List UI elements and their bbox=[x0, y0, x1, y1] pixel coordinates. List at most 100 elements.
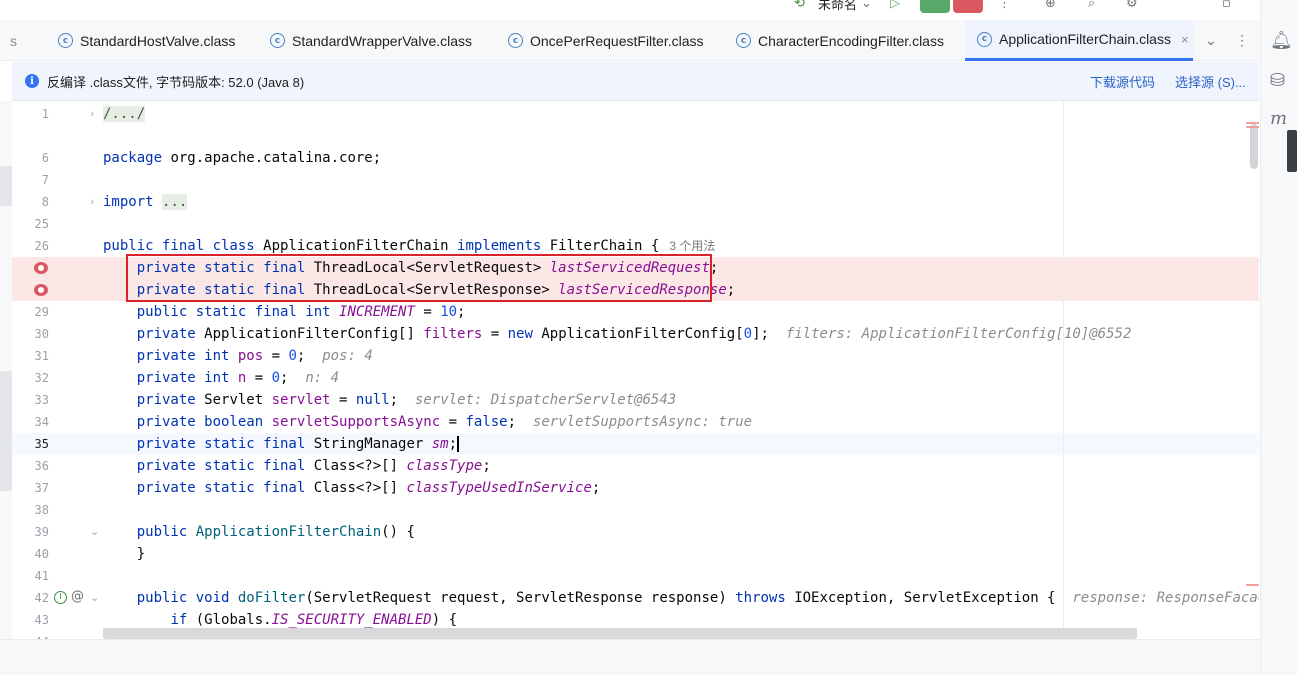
code-line[interactable]: 36 private static final Class<?>[] class… bbox=[12, 455, 1259, 477]
fold-toggle-icon[interactable]: ⌄ bbox=[90, 587, 99, 609]
more-actions-icon[interactable]: ⋮ bbox=[998, 0, 1011, 14]
code-text[interactable]: private Servlet servlet = null; servlet:… bbox=[103, 389, 677, 411]
horizontal-scrollbar[interactable] bbox=[103, 628, 1137, 639]
code-text[interactable]: private static final ThreadLocal<Servlet… bbox=[103, 257, 719, 279]
maven-icon[interactable]: m bbox=[1270, 108, 1287, 129]
code-line[interactable]: private static final ThreadLocal<Servlet… bbox=[12, 257, 1259, 279]
code-line[interactable]: 32 private int n = 0; n: 4 bbox=[12, 367, 1259, 389]
line-number[interactable]: 36 bbox=[12, 455, 49, 477]
line-number[interactable]: 39 bbox=[12, 521, 49, 543]
add-user-icon[interactable]: ⊕ bbox=[1045, 0, 1056, 14]
run-icon[interactable]: ▷ bbox=[890, 0, 900, 14]
settings-gear-icon[interactable]: ⚙ bbox=[1126, 0, 1138, 14]
error-stripe-mark[interactable] bbox=[1246, 126, 1259, 128]
line-number[interactable]: 42 bbox=[12, 587, 49, 609]
error-stripe-mark[interactable] bbox=[1246, 122, 1259, 124]
code-text[interactable]: } bbox=[103, 543, 145, 565]
code-editor[interactable]: 1 › /.../ 6 package org.apache.catalina.core… bbox=[12, 101, 1259, 639]
choose-source-link[interactable]: 选择源 (S)... bbox=[1175, 72, 1246, 91]
project-selector[interactable]: 未命名 ⌄ bbox=[818, 0, 872, 14]
tab-standardhostvalve[interactable]: c StandardHostValve.class bbox=[46, 20, 248, 61]
tabs-more-icon[interactable]: ⋮ bbox=[1235, 20, 1249, 61]
fold-toggle-icon[interactable]: › bbox=[90, 103, 94, 125]
breakpoint-icon[interactable] bbox=[34, 262, 48, 274]
code-line[interactable]: 25 bbox=[12, 213, 1259, 235]
code-line[interactable]: 40 } bbox=[12, 543, 1259, 565]
line-number[interactable]: 40 bbox=[12, 543, 49, 565]
code-text[interactable]: /.../ bbox=[103, 103, 146, 125]
line-number[interactable]: 31 bbox=[12, 345, 49, 367]
line-number[interactable]: 44 bbox=[12, 631, 49, 639]
tab-characterencodingfilter[interactable]: c CharacterEncodingFilter.class bbox=[724, 20, 956, 61]
error-stripe-mark[interactable] bbox=[1246, 584, 1259, 586]
line-number[interactable]: 6 bbox=[12, 147, 49, 169]
code-line[interactable]: 8 › import ... bbox=[12, 191, 1259, 213]
code-line[interactable]: 29 public static final int INCREMENT = 1… bbox=[12, 301, 1259, 323]
code-text[interactable]: import ... bbox=[103, 191, 188, 213]
line-number[interactable]: 29 bbox=[12, 301, 49, 323]
line-number[interactable]: 33 bbox=[12, 389, 49, 411]
minimize-icon[interactable]: ▫ bbox=[1222, 0, 1231, 14]
code-line[interactable]: 34 private boolean servletSupportsAsync … bbox=[12, 411, 1259, 433]
fold-toggle-icon[interactable]: › bbox=[90, 191, 94, 213]
stop-button[interactable] bbox=[953, 0, 983, 13]
tab-standardwrappervalve[interactable]: c StandardWrapperValve.class bbox=[258, 20, 486, 61]
code-text[interactable]: private ApplicationFilterConfig[] filter… bbox=[103, 323, 1132, 345]
line-number[interactable]: 38 bbox=[12, 499, 49, 521]
code-line[interactable]: 41 bbox=[12, 565, 1259, 587]
code-line[interactable] bbox=[12, 125, 1259, 147]
breakpoint-icon[interactable] bbox=[34, 284, 48, 296]
search-icon[interactable]: ⌕ bbox=[1088, 0, 1095, 14]
code-text[interactable]: private static final Class<?>[] classTyp… bbox=[103, 455, 491, 477]
code-line[interactable]: 35 private static final StringManager sm… bbox=[12, 433, 1259, 455]
code-line[interactable]: 42 I @ ⌄ public void doFilter(ServletReques… bbox=[12, 587, 1259, 609]
code-line[interactable]: 33 private Servlet servlet = null; servl… bbox=[12, 389, 1259, 411]
line-number[interactable]: 41 bbox=[12, 565, 49, 587]
code-line[interactable]: 38 bbox=[12, 499, 1259, 521]
tab-applicationfilterchain[interactable]: c ApplicationFilterChain.class × bbox=[965, 20, 1193, 61]
tab-partial[interactable]: s bbox=[0, 20, 28, 61]
line-number[interactable]: 1 bbox=[12, 103, 49, 125]
fold-toggle-icon[interactable]: ⌄ bbox=[90, 521, 99, 543]
line-number[interactable]: 32 bbox=[12, 367, 49, 389]
code-line[interactable]: private static final ThreadLocal<Servlet… bbox=[12, 279, 1259, 301]
code-text[interactable]: private static final StringManager sm; bbox=[103, 433, 460, 455]
code-text[interactable]: package org.apache.catalina.core; bbox=[103, 147, 381, 169]
close-icon[interactable]: × bbox=[1181, 32, 1189, 47]
code-line[interactable]: 37 private static final Class<?>[] class… bbox=[12, 477, 1259, 499]
line-number[interactable]: 35 bbox=[12, 433, 49, 455]
code-text[interactable]: private int pos = 0; pos: 4 bbox=[103, 345, 373, 367]
code-text[interactable]: private static final Class<?>[] classTyp… bbox=[103, 477, 601, 499]
code-line[interactable]: 1 › /.../ bbox=[12, 103, 1259, 125]
debug-button[interactable] bbox=[920, 0, 950, 13]
line-number[interactable]: 26 bbox=[12, 235, 49, 257]
code-line[interactable]: 31 private int pos = 0; pos: 4 bbox=[12, 345, 1259, 367]
code-text[interactable]: public void doFilter(ServletRequest requ… bbox=[103, 587, 1259, 609]
code-text[interactable]: private static final ThreadLocal<Servlet… bbox=[103, 279, 735, 301]
code-line[interactable]: 7 bbox=[12, 169, 1259, 191]
code-line[interactable]: 6 package org.apache.catalina.core; bbox=[12, 147, 1259, 169]
implements-gutter-icon[interactable]: I bbox=[54, 591, 67, 604]
code-text[interactable]: public final class ApplicationFilterChai… bbox=[103, 235, 715, 257]
line-number[interactable]: 37 bbox=[12, 477, 49, 499]
code-line[interactable]: 30 private ApplicationFilterConfig[] fil… bbox=[12, 323, 1259, 345]
code-text[interactable]: private boolean servletSupportsAsync = f… bbox=[103, 411, 752, 433]
line-number[interactable]: 8 bbox=[12, 191, 49, 213]
line-number[interactable]: 7 bbox=[12, 169, 49, 191]
code-text[interactable]: public static final int INCREMENT = 10; bbox=[103, 301, 466, 323]
vertical-scroll-thumb[interactable] bbox=[1250, 124, 1258, 169]
notifications-bell-icon[interactable]: 🔔︎ bbox=[1270, 30, 1293, 51]
line-number[interactable]: 43 bbox=[12, 609, 49, 631]
vcs-icon[interactable]: ⟲ bbox=[794, 0, 805, 14]
download-source-link[interactable]: 下载源代码 bbox=[1090, 72, 1155, 91]
database-icon[interactable]: ⛁ bbox=[1270, 70, 1285, 91]
code-line[interactable]: 26 public final class ApplicationFilterCh… bbox=[12, 235, 1259, 257]
line-number[interactable]: 25 bbox=[12, 213, 49, 235]
code-line[interactable]: 39 ⌄ public ApplicationFilterChain() { bbox=[12, 521, 1259, 543]
code-text[interactable]: public ApplicationFilterChain() { bbox=[103, 521, 415, 543]
annotation-gutter-icon[interactable]: @ bbox=[71, 589, 84, 604]
line-number[interactable]: 34 bbox=[12, 411, 49, 433]
code-text[interactable]: private int n = 0; n: 4 bbox=[103, 367, 339, 389]
line-number[interactable]: 30 bbox=[12, 323, 49, 345]
tabs-overflow-chevron-icon[interactable]: ⌄ bbox=[1205, 20, 1217, 61]
